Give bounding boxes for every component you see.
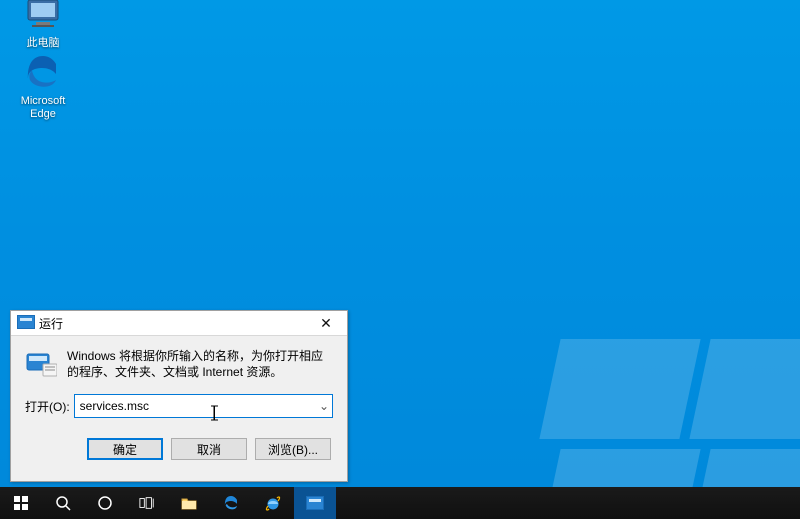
desktop-icon-edge[interactable]: Microsoft Edge [7, 50, 79, 121]
open-label: 打开(O): [25, 398, 70, 415]
run-dialog-titlebar[interactable]: 运行 ✕ [11, 311, 347, 336]
ok-button[interactable]: 确定 [87, 438, 163, 460]
this-pc-icon [22, 0, 64, 34]
run-icon [306, 496, 324, 510]
start-button[interactable] [0, 487, 42, 519]
chevron-down-icon[interactable]: ⌄ [316, 396, 332, 416]
taskbar-ie[interactable] [252, 487, 294, 519]
task-view-button[interactable] [126, 487, 168, 519]
text-cursor-icon [210, 405, 219, 421]
desktop-icon-this-pc[interactable]: 此电脑 [7, 0, 79, 50]
run-dialog-icon [25, 348, 57, 380]
taskbar-run[interactable] [294, 487, 336, 519]
cortana-button[interactable] [84, 487, 126, 519]
search-button[interactable] [42, 487, 84, 519]
run-icon [17, 315, 33, 331]
open-input[interactable] [75, 396, 316, 416]
taskbar-edge[interactable] [210, 487, 252, 519]
desktop-icon-label: 此电脑 [7, 37, 79, 50]
desktop-icon-label: Microsoft Edge [7, 95, 79, 121]
cancel-button[interactable]: 取消 [171, 438, 247, 460]
desktop[interactable]: 此电脑 Microsoft Edge 运行 ✕ Windows 将根据你所输入的… [0, 0, 800, 519]
close-button[interactable]: ✕ [305, 311, 347, 335]
taskbar [0, 487, 800, 519]
browse-button[interactable]: 浏览(B)... [255, 438, 331, 460]
edge-icon [22, 50, 64, 92]
open-combobox[interactable]: ⌄ [74, 394, 333, 418]
run-dialog-title: 运行 [39, 315, 305, 332]
taskbar-file-explorer[interactable] [168, 487, 210, 519]
run-dialog: 运行 ✕ Windows 将根据你所输入的名称，为你打开相应的程序、文件夹、文档… [10, 310, 348, 482]
run-dialog-message: Windows 将根据你所输入的名称，为你打开相应的程序、文件夹、文档或 Int… [67, 348, 333, 380]
